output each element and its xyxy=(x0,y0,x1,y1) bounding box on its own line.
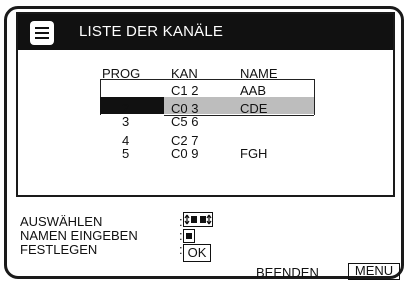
name-cell: AAB xyxy=(240,83,267,98)
up-down-arrows-icon xyxy=(183,212,213,227)
exit-label: BEENDEN xyxy=(256,265,319,280)
legend-label-enter-name: NAMEN EINGEBEN xyxy=(20,228,138,243)
column-header-prog: PROG xyxy=(102,66,141,81)
menu-button[interactable]: MENU xyxy=(348,263,400,280)
prog-cell: 3 xyxy=(122,114,130,129)
name-cell: FGH xyxy=(240,146,268,161)
page-title: LISTE DER KANÄLE xyxy=(79,23,224,40)
list-menu-icon xyxy=(30,21,54,45)
name-cell: CDE xyxy=(240,101,268,116)
ok-key: OK xyxy=(183,244,211,262)
kan-cell: C1 2 xyxy=(171,83,199,98)
kan-cell: C0 9 xyxy=(171,146,199,161)
kan-cell: C5 6 xyxy=(171,114,199,129)
column-header-kan: KAN xyxy=(171,66,198,81)
legend-label-select: AUSWÄHLEN xyxy=(20,214,103,229)
selected-row-highlight-prog xyxy=(100,97,164,114)
prog-cell: 1 xyxy=(122,83,130,98)
prog-cell: 5 xyxy=(122,146,130,161)
legend-label-set: FESTLEGEN xyxy=(20,242,98,257)
left-right-arrow-icon xyxy=(183,229,195,243)
table-border-right xyxy=(314,79,315,115)
channel-list-panel: LISTE DER KANÄLE PROG KAN NAME 1 C1 2 AA… xyxy=(16,12,395,197)
column-header-name: NAME xyxy=(240,66,278,81)
title-bar: LISTE DER KANÄLE xyxy=(18,14,393,50)
